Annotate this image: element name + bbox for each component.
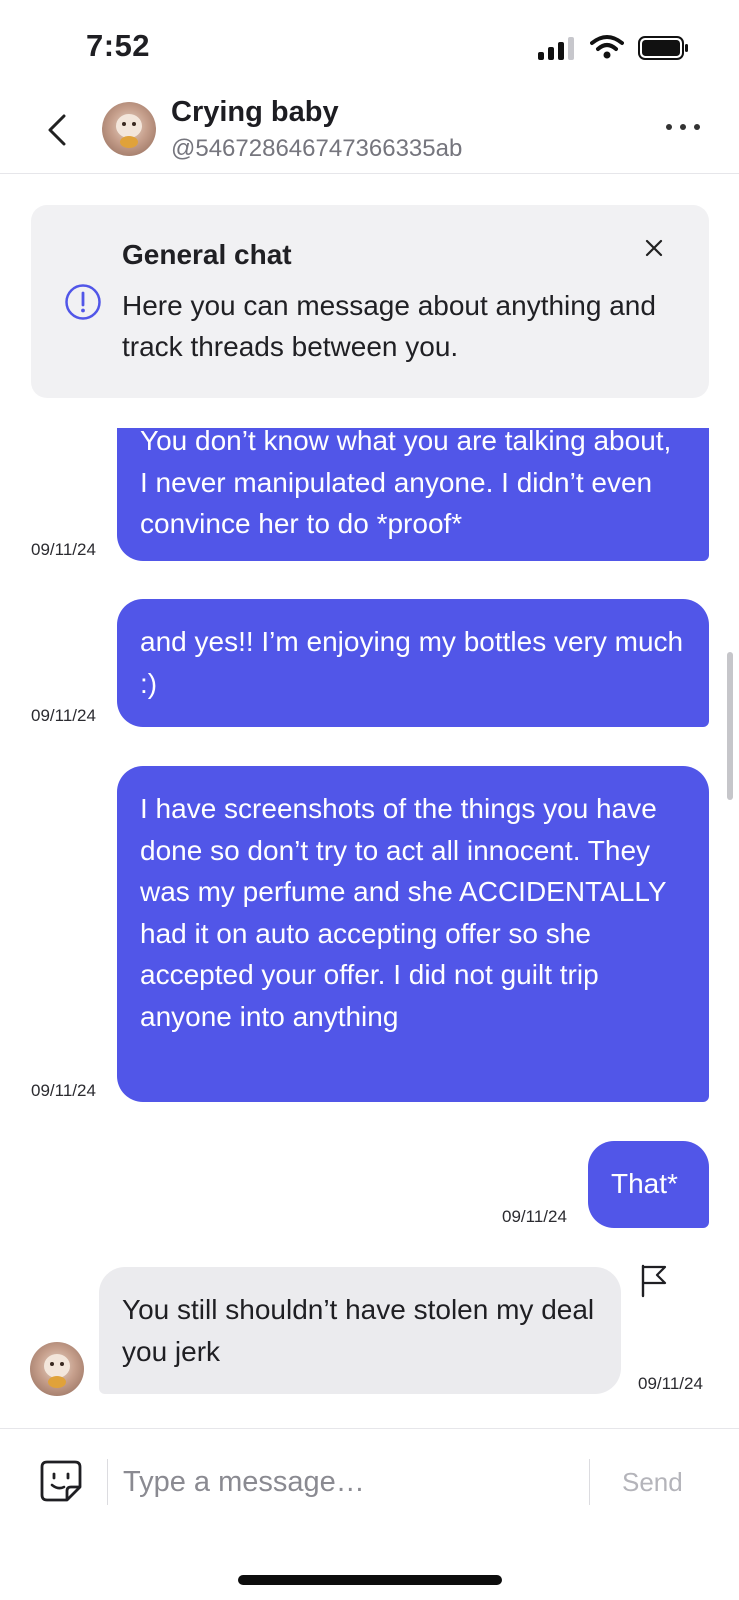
sticker-icon[interactable]	[39, 1459, 83, 1503]
message-date: 09/11/24	[638, 1374, 703, 1393]
battery-icon	[638, 36, 688, 60]
status-time: 7:52	[86, 28, 151, 63]
message-date: 09/11/24	[31, 706, 96, 725]
scrollbar-thumb[interactable]	[727, 652, 733, 800]
cellular-signal-icon	[538, 36, 574, 60]
message-bubble-incoming[interactable]: You still shouldn’t have stolen my deal …	[99, 1267, 621, 1394]
general-chat-banner: General chat Here you can message about …	[31, 205, 709, 398]
contact-name: Crying baby	[171, 96, 339, 128]
avatar[interactable]	[102, 102, 156, 156]
message-bubble-outgoing[interactable]: That*	[588, 1141, 709, 1228]
message-input[interactable]	[123, 1459, 563, 1505]
close-icon[interactable]	[641, 235, 667, 261]
banner-text: Here you can message about anything and …	[122, 290, 656, 362]
flag-icon[interactable]	[640, 1264, 668, 1298]
message-bubble-outgoing[interactable]: You don’t know what you are talking abou…	[117, 428, 709, 561]
banner-title: General chat	[122, 239, 292, 270]
info-circle-icon	[65, 284, 101, 320]
wifi-icon	[590, 35, 624, 59]
chat-header: Crying baby @546728646747366335ab	[0, 90, 739, 174]
contact-handle: @546728646747366335ab	[171, 135, 463, 162]
message-date: 09/11/24	[502, 1207, 567, 1226]
message-date: 09/11/24	[31, 540, 96, 559]
message-bubble-outgoing[interactable]: I have screenshots of the things you hav…	[117, 766, 709, 1102]
message-bubble-outgoing[interactable]: and yes!! I’m enjoying my bottles very m…	[117, 599, 709, 727]
divider	[589, 1459, 590, 1505]
divider	[107, 1459, 108, 1505]
send-button[interactable]: Send	[622, 1467, 683, 1498]
back-button[interactable]	[40, 108, 76, 152]
more-options-button[interactable]	[666, 124, 700, 130]
home-indicator[interactable]	[238, 1575, 502, 1585]
message-date: 09/11/24	[31, 1081, 96, 1100]
message-list[interactable]: You don’t know what you are talking abou…	[0, 428, 739, 1426]
avatar[interactable]	[30, 1342, 84, 1396]
